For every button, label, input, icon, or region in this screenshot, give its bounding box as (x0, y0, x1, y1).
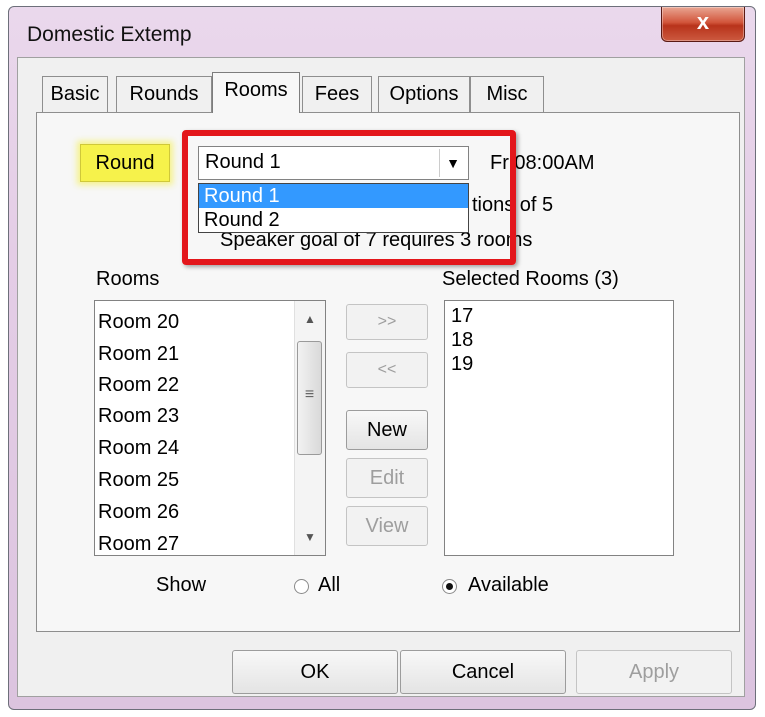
list-item[interactable]: Room 25 (98, 469, 179, 492)
list-item[interactable]: 17 (451, 305, 473, 328)
selected-rooms-listbox[interactable]: 17 18 19 (444, 300, 674, 556)
list-item[interactable]: Room 22 (98, 374, 179, 397)
tab-fees[interactable]: Fees (302, 76, 372, 112)
title-bar[interactable]: Domestic Extemp x (9, 7, 755, 63)
list-item[interactable]: Room 20 (98, 311, 179, 334)
close-button[interactable]: x (661, 7, 745, 42)
tab-basic[interactable]: Basic (42, 76, 108, 112)
edit-room-button[interactable]: Edit (346, 458, 428, 498)
tab-rounds[interactable]: Rounds (116, 76, 212, 112)
show-all-radio[interactable] (294, 579, 309, 594)
cancel-button[interactable]: Cancel (400, 650, 566, 694)
list-item[interactable]: Room 27 (98, 533, 179, 555)
scroll-thumb[interactable]: ≡ (297, 341, 322, 455)
list-item[interactable]: 18 (451, 329, 473, 352)
round-label: Round (80, 144, 170, 182)
radio-selected-icon (446, 583, 453, 590)
tab-options[interactable]: Options (378, 76, 470, 112)
remove-room-button[interactable]: << (346, 352, 428, 388)
tab-misc[interactable]: Misc (470, 76, 544, 112)
rooms-list-label: Rooms (96, 268, 160, 290)
list-item[interactable]: Room 23 (98, 405, 179, 428)
show-label: Show (156, 574, 207, 596)
close-icon: x (696, 9, 710, 34)
tab-strip: Basic Rounds Rooms Fees Options Misc (36, 72, 556, 114)
list-item[interactable]: Room 26 (98, 501, 179, 524)
selected-rooms-label: Selected Rooms (3) (442, 268, 619, 290)
show-available-label[interactable]: Available (468, 574, 549, 597)
highlight-callout (182, 130, 516, 265)
window-title: Domestic Extemp (27, 23, 192, 46)
rooms-listbox[interactable]: Room 20 Room 21 Room 22 Room 23 Room 24 … (94, 300, 326, 556)
list-item[interactable]: Room 21 (98, 343, 179, 366)
apply-button[interactable]: Apply (576, 650, 732, 694)
tab-rooms[interactable]: Rooms (212, 72, 300, 113)
show-available-radio[interactable] (442, 579, 457, 594)
list-item[interactable]: 19 (451, 353, 473, 376)
list-item[interactable]: Room 24 (98, 437, 179, 460)
scroll-up-icon[interactable]: ▲ (295, 305, 325, 333)
rooms-scrollbar[interactable]: ▲ ≡ ▼ (294, 301, 325, 555)
ok-button[interactable]: OK (232, 650, 398, 694)
new-room-button[interactable]: New (346, 410, 428, 450)
show-all-label[interactable]: All (318, 574, 340, 597)
add-room-button[interactable]: >> (346, 304, 428, 340)
scroll-down-icon[interactable]: ▼ (295, 523, 325, 551)
view-room-button[interactable]: View (346, 506, 428, 546)
